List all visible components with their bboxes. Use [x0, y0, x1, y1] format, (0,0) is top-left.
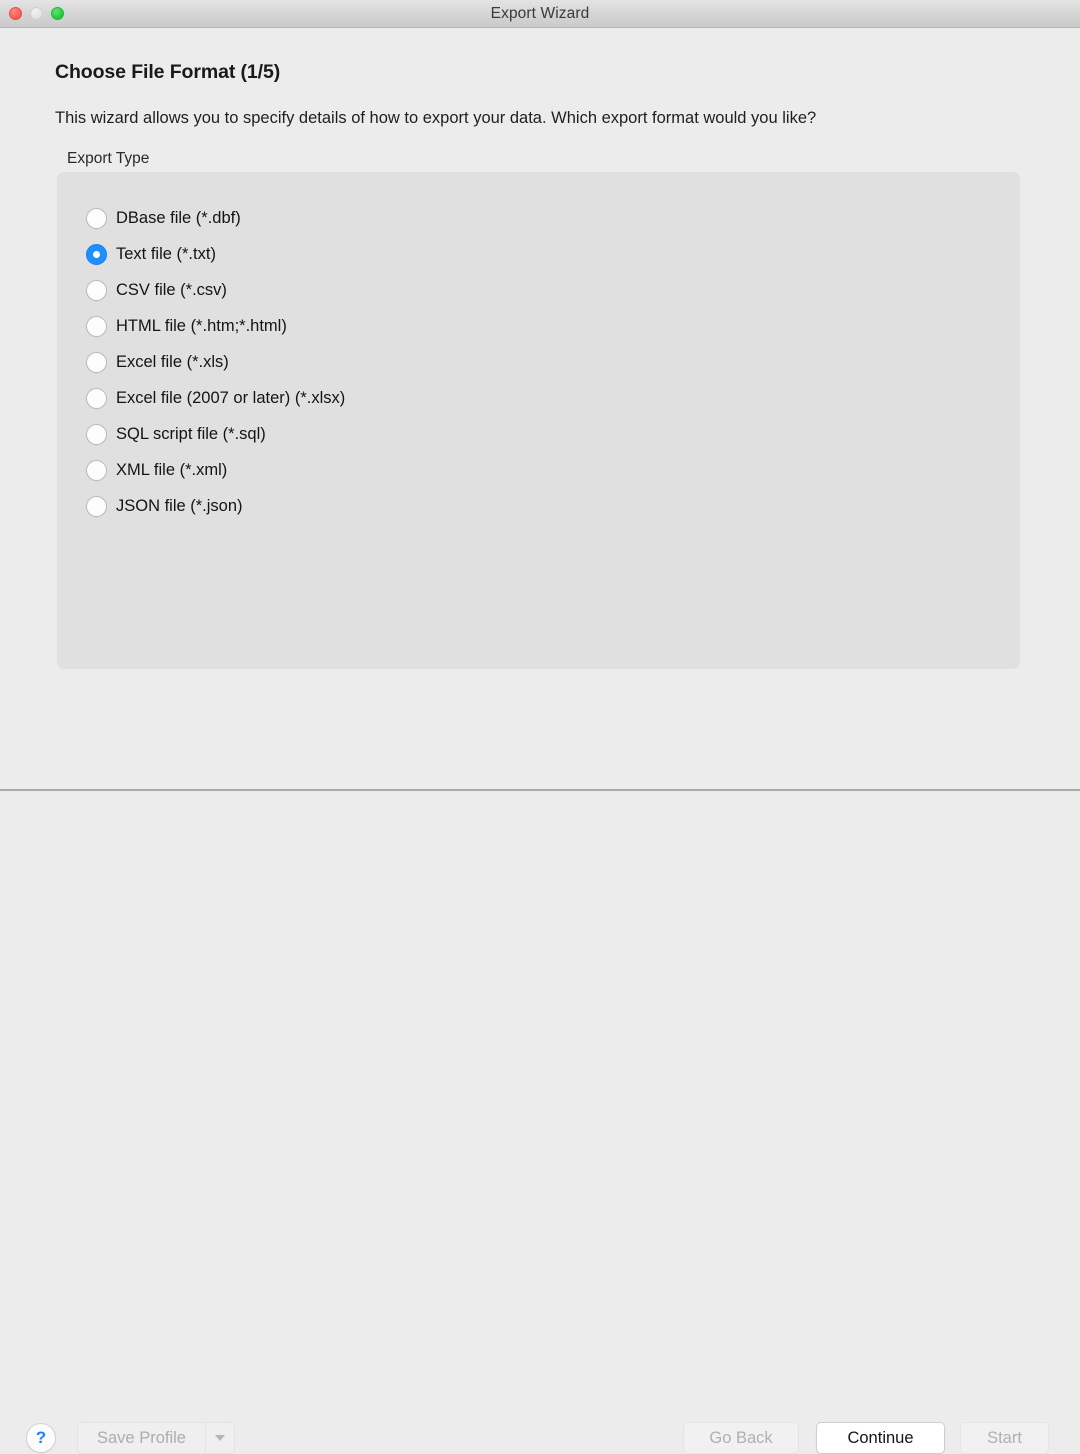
radio-icon-html[interactable]: [86, 315, 107, 337]
dialog-content: Choose File Format (1/5) This wizard all…: [0, 28, 1080, 1454]
radio-icon-sql[interactable]: [86, 423, 107, 445]
radio-label-json: JSON file (*.json): [116, 496, 243, 515]
radio-label-html: HTML file (*.htm;*.html): [116, 316, 287, 335]
export-type-radio-group[interactable]: DBase file (*.dbf) Text file (*.txt) CSV…: [86, 200, 1020, 524]
radio-label-xml: XML file (*.xml): [116, 460, 228, 479]
radio-option-xlsx[interactable]: Excel file (2007 or later) (*.xlsx): [86, 380, 1020, 416]
radio-icon-xml[interactable]: [86, 459, 107, 481]
radio-label-csv: CSV file (*.csv): [116, 280, 227, 299]
radio-option-csv[interactable]: CSV file (*.csv): [86, 272, 1020, 308]
radio-option-dbf[interactable]: DBase file (*.dbf): [86, 200, 1020, 236]
dialog-footer: ? Save Profile Go Back Continue Start: [0, 694, 1080, 1454]
radio-icon-txt[interactable]: [86, 243, 107, 265]
radio-label-xlsx: Excel file (2007 or later) (*.xlsx): [116, 388, 346, 407]
radio-icon-dbf[interactable]: [86, 207, 107, 229]
radio-label-dbf: DBase file (*.dbf): [116, 208, 241, 227]
radio-option-sql[interactable]: SQL script file (*.sql): [86, 416, 1020, 452]
export-type-panel: DBase file (*.dbf) Text file (*.txt) CSV…: [57, 172, 1020, 669]
radio-icon-xls[interactable]: [86, 351, 107, 373]
go-back-button[interactable]: Go Back: [683, 1422, 799, 1454]
radio-option-xls[interactable]: Excel file (*.xls): [86, 344, 1020, 380]
page-title: Choose File Format (1/5): [55, 61, 281, 83]
save-profile-button[interactable]: Save Profile: [78, 1423, 206, 1453]
radio-label-sql: SQL script file (*.sql): [116, 424, 266, 443]
window-title: Export Wizard: [490, 4, 590, 22]
radio-option-html[interactable]: HTML file (*.htm;*.html): [86, 308, 1020, 344]
chevron-down-icon: [214, 1435, 225, 1441]
save-profile-dropdown-button[interactable]: [206, 1423, 234, 1453]
radio-icon-json[interactable]: [86, 495, 107, 517]
radio-label-txt: Text file (*.txt): [116, 244, 216, 263]
export-wizard-window: Export Wizard Choose File Format (1/5) T…: [0, 0, 1080, 1454]
page-description: This wizard allows you to specify detail…: [55, 109, 817, 127]
maximize-button[interactable]: [51, 7, 64, 20]
radio-icon-csv[interactable]: [86, 279, 107, 301]
radio-label-xls: Excel file (*.xls): [116, 352, 229, 371]
radio-icon-xlsx[interactable]: [86, 387, 107, 409]
minimize-button[interactable]: [30, 7, 43, 20]
export-type-group-label: Export Type: [67, 150, 150, 167]
window-titlebar: Export Wizard: [0, 0, 1080, 28]
save-profile-split-button[interactable]: Save Profile: [77, 1422, 235, 1454]
start-button[interactable]: Start: [960, 1422, 1049, 1454]
radio-option-json[interactable]: JSON file (*.json): [86, 488, 1020, 524]
continue-button[interactable]: Continue: [816, 1422, 945, 1454]
radio-option-xml[interactable]: XML file (*.xml): [86, 452, 1020, 488]
close-button[interactable]: [9, 7, 22, 20]
radio-option-txt[interactable]: Text file (*.txt): [86, 236, 1020, 272]
window-controls: [9, 0, 64, 27]
help-icon[interactable]: ?: [26, 1423, 56, 1453]
